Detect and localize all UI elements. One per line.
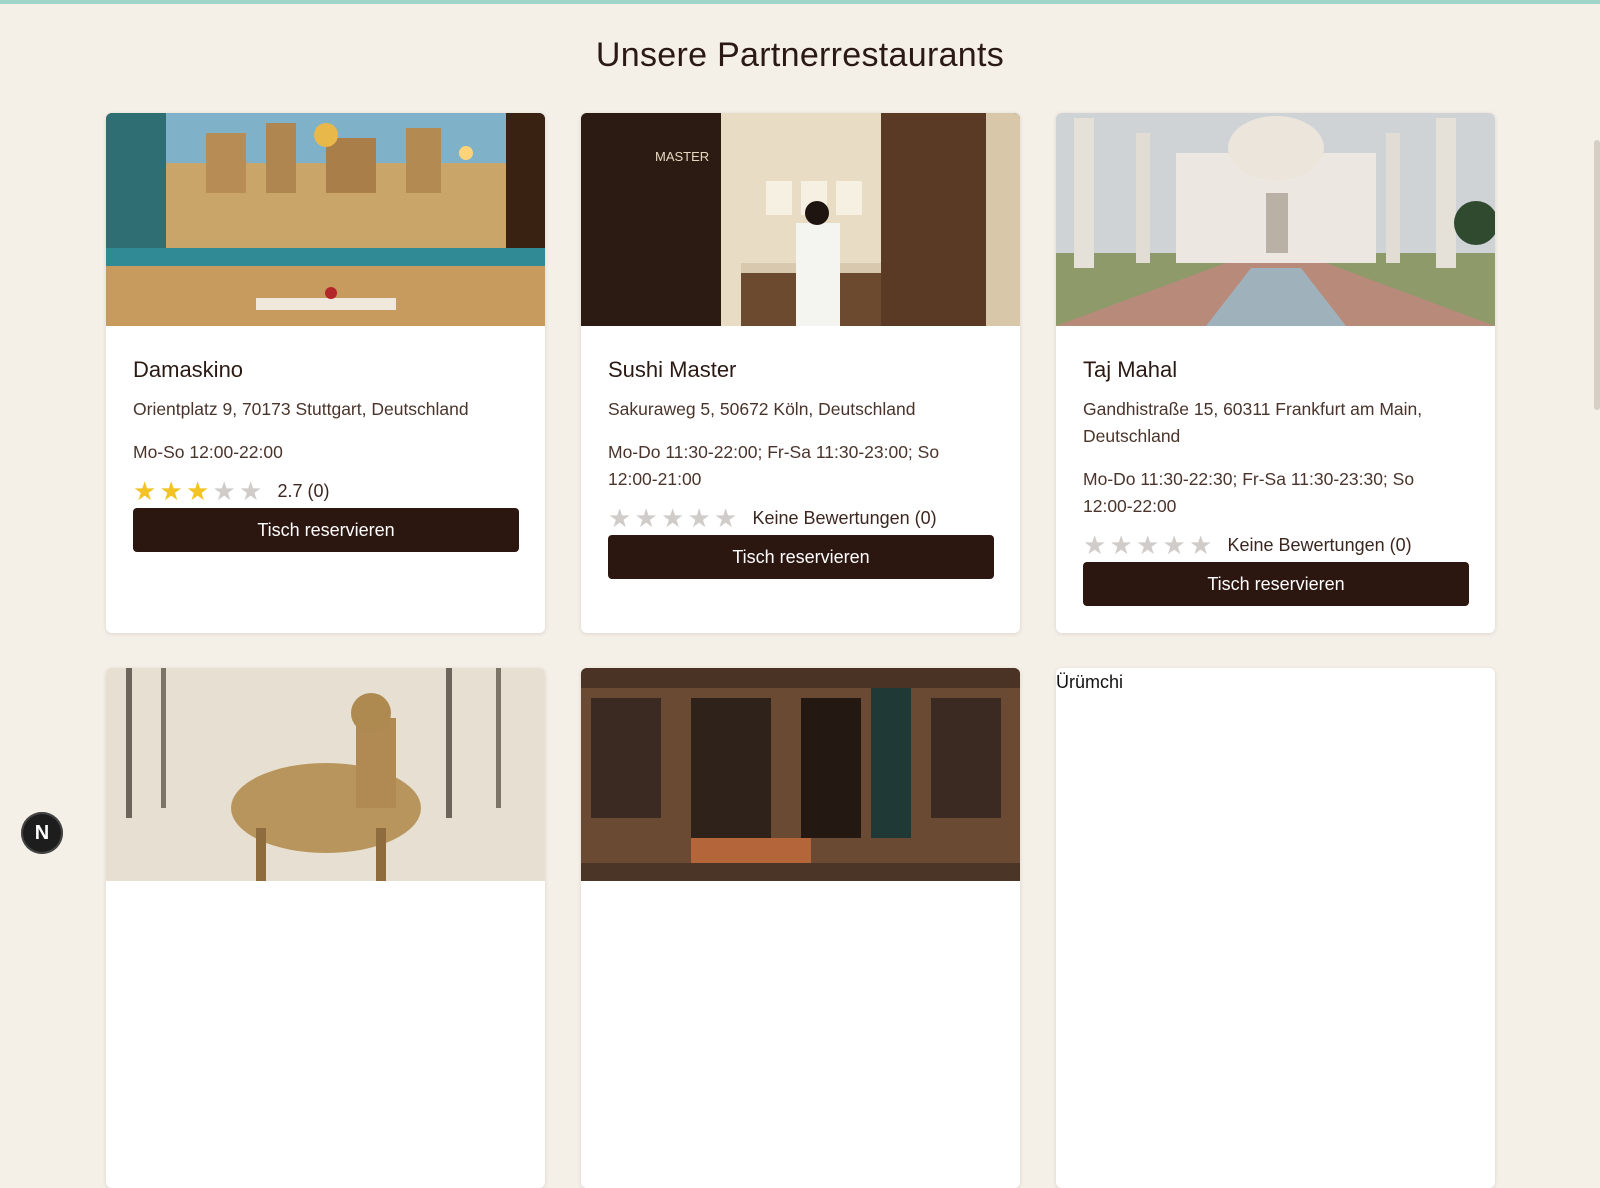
star-icon: ★ [133, 476, 157, 506]
star-icon: ★ [1162, 530, 1186, 560]
scrollbar-thumb[interactable] [1594, 140, 1600, 410]
star-icon: ★ [239, 476, 263, 506]
reserve-table-button[interactable]: Tisch reservieren [608, 535, 994, 579]
image-alt-text: Ürümchi [1056, 672, 1124, 692]
star-icon: ★ [608, 503, 632, 533]
star-icon: ★ [186, 476, 210, 506]
restaurant-image [106, 668, 545, 881]
star-rating: ★ ★ ★ ★ ★ [608, 505, 741, 531]
reserve-table-button[interactable]: Tisch reservieren [133, 508, 519, 552]
rating: ★ ★ ★ ★ ★ Keine Bewertungen (0) [1083, 530, 1468, 560]
star-icon: ★ [687, 503, 711, 533]
restaurant-card [581, 668, 1020, 1188]
star-icon: ★ [1083, 530, 1107, 560]
restaurant-name: Sushi Master [608, 357, 737, 382]
restaurant-hours: Mo-Do 11:30-22:00; Fr-Sa 11:30-23:00; So… [608, 442, 940, 489]
image-sign-text: MASTER [655, 149, 709, 164]
star-icon: ★ [212, 476, 236, 506]
restaurant-image [581, 668, 1020, 881]
restaurant-name: Damaskino [133, 357, 244, 382]
top-accent-bar [0, 0, 1600, 4]
star-icon: ★ [159, 476, 183, 506]
rating-text: 2.7 (0) [277, 480, 330, 501]
restaurant-image [1056, 113, 1495, 326]
star-icon: ★ [1136, 530, 1160, 560]
star-icon: ★ [714, 503, 738, 533]
restaurant-image [106, 113, 545, 326]
restaurant-address: Sakuraweg 5, 50672 Köln, Deutschland [608, 399, 916, 419]
restaurant-card: Damaskino Orientplatz 9, 70173 Stuttgart… [106, 113, 545, 633]
restaurant-hours: Mo-Do 11:30-22:30; Fr-Sa 11:30-23:30; So… [1083, 469, 1415, 516]
page-title: Unsere Partnerrestaurants [595, 36, 1005, 74]
restaurant-address: Gandhistraße 15, 60311 Frankfurt am Main… [1083, 399, 1423, 446]
restaurant-name: Taj Mahal [1083, 357, 1178, 382]
restaurant-image: Ürümchi [1056, 668, 1495, 881]
rating: ★ ★ ★ ★ ★ Keine Bewertungen (0) [608, 503, 993, 533]
restaurant-address: Orientplatz 9, 70173 Stuttgart, Deutschl… [133, 399, 469, 419]
reserve-table-button[interactable]: Tisch reservieren [1083, 562, 1469, 606]
star-icon: ★ [661, 503, 685, 533]
restaurant-hours: Mo-So 12:00-22:00 [133, 442, 283, 462]
star-rating: ★ ★ ★ ★ ★ [1083, 532, 1216, 558]
star-icon: ★ [1189, 530, 1213, 560]
rating-text: Keine Bewertungen (0) [752, 507, 937, 528]
restaurant-card [106, 668, 545, 1188]
dev-tools-button[interactable]: N [21, 812, 63, 854]
rating-text: Keine Bewertungen (0) [1227, 534, 1412, 555]
restaurant-image: MASTER [581, 113, 1020, 326]
restaurant-card: Ürümchi [1056, 668, 1495, 1188]
star-rating: ★ ★ ★ ★ ★ [133, 478, 266, 504]
star-icon: ★ [634, 503, 658, 533]
star-icon: ★ [1109, 530, 1133, 560]
restaurant-card: Taj Mahal Gandhistraße 15, 60311 Frankfu… [1056, 113, 1495, 633]
rating: ★ ★ ★ ★ ★ 2.7 (0) [133, 476, 518, 506]
restaurant-card: MASTER Sushi Master Sakuraweg 5, 50672 K… [581, 113, 1020, 633]
